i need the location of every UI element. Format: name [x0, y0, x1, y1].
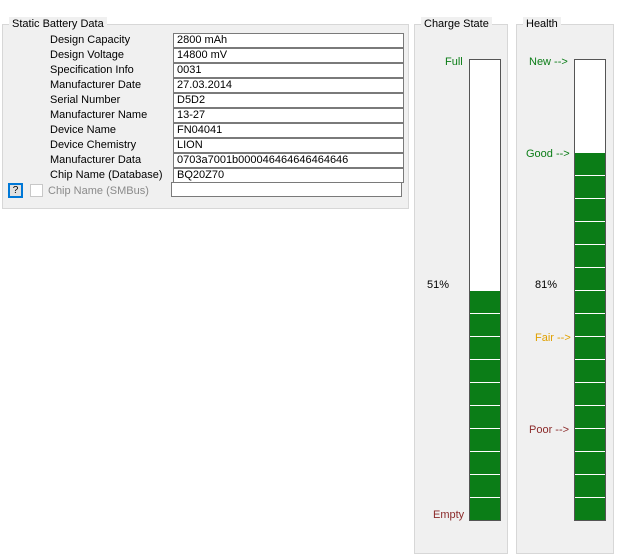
battery-data-label: Design Voltage [50, 49, 124, 61]
static-battery-title: Static Battery Data [9, 17, 107, 31]
charge-percent-label: 51% [427, 279, 450, 291]
health-gauge [574, 59, 606, 521]
battery-data-value[interactable]: FN04041 [173, 123, 404, 138]
health-poor-label: Poor --> [529, 424, 570, 436]
battery-data-value[interactable]: D5D2 [173, 93, 404, 108]
gauge-segment [470, 405, 500, 428]
chip-smbus-checkbox[interactable] [30, 184, 43, 197]
chip-smbus-field[interactable] [171, 182, 402, 197]
battery-data-row: Manufacturer Name 13-27 [2, 108, 407, 123]
help-button[interactable]: ? [8, 183, 23, 198]
battery-data-row: Design Capacity 2800 mAh [2, 33, 407, 48]
gauge-segment [470, 451, 500, 474]
battery-data-rows: Design Capacity 2800 mAh Design Voltage 148… [2, 33, 407, 183]
battery-data-label: Chip Name (Database) [50, 169, 163, 181]
battery-data-value[interactable]: 0703a7001b000046464646464646 [173, 153, 404, 168]
gauge-segment [575, 405, 605, 428]
charge-full-label: Full [445, 56, 463, 68]
gauge-segment [575, 198, 605, 221]
battery-data-row: Device Name FN04041 [2, 123, 407, 138]
charge-empty-label: Empty [433, 509, 465, 521]
battery-data-value[interactable]: 14800 mV [173, 48, 404, 63]
gauge-segment [470, 313, 500, 336]
battery-data-label: Specification Info [50, 64, 134, 76]
gauge-segment [575, 175, 605, 198]
battery-data-label: Manufacturer Date [50, 79, 142, 91]
battery-data-label: Device Chemistry [50, 139, 137, 151]
gauge-segment [575, 221, 605, 244]
health-new-label: New --> [529, 56, 568, 68]
health-fair-label: Fair --> [535, 332, 571, 344]
health-good-label: Good --> [526, 148, 570, 160]
gauge-segment [575, 474, 605, 497]
battery-data-row: Chip Name (Database) BQ20Z70 [2, 168, 407, 183]
gauge-segment [575, 313, 605, 336]
gauge-segment [470, 336, 500, 359]
gauge-segment [575, 290, 605, 313]
gauge-segment [575, 451, 605, 474]
chip-smbus-label: Chip Name (SMBus) [48, 185, 149, 197]
health-title: Health [523, 17, 561, 31]
gauge-segment [470, 382, 500, 405]
gauge-segment [470, 359, 500, 382]
battery-data-value[interactable]: BQ20Z70 [173, 168, 404, 183]
battery-data-row: Device Chemistry LION [2, 138, 407, 153]
charge-state-title: Charge State [421, 17, 492, 31]
battery-data-value[interactable]: 2800 mAh [173, 33, 404, 48]
battery-data-row: Specification Info 0031 [2, 63, 407, 78]
gauge-segment [575, 244, 605, 267]
battery-data-value[interactable]: 13-27 [173, 108, 404, 123]
battery-data-row: Design Voltage 14800 mV [2, 48, 407, 63]
battery-data-label: Device Name [50, 124, 117, 136]
battery-data-label: Manufacturer Data [50, 154, 142, 166]
battery-data-value[interactable]: 27.03.2014 [173, 78, 404, 93]
battery-data-value[interactable]: LION [173, 138, 404, 153]
gauge-segment [575, 359, 605, 382]
gauge-segment [575, 152, 605, 175]
gauge-segment [575, 267, 605, 290]
health-percent-label: 81% [535, 279, 558, 291]
battery-data-value[interactable]: 0031 [173, 63, 404, 78]
charge-gauge [469, 59, 501, 521]
battery-data-label: Design Capacity [50, 34, 131, 46]
gauge-segment [470, 474, 500, 497]
battery-data-label: Manufacturer Name [50, 109, 148, 121]
gauge-segment [575, 336, 605, 359]
battery-data-row: Manufacturer Date 27.03.2014 [2, 78, 407, 93]
gauge-segment [575, 382, 605, 405]
gauge-segment [470, 290, 500, 313]
gauge-segment [470, 497, 500, 520]
battery-data-row: Serial Number D5D2 [2, 93, 407, 108]
gauge-segment [575, 497, 605, 520]
gauge-segment [470, 428, 500, 451]
battery-data-label: Serial Number [50, 94, 121, 106]
gauge-segment [575, 428, 605, 451]
battery-data-row: Manufacturer Data 0703a7001b0000464646464… [2, 153, 407, 168]
